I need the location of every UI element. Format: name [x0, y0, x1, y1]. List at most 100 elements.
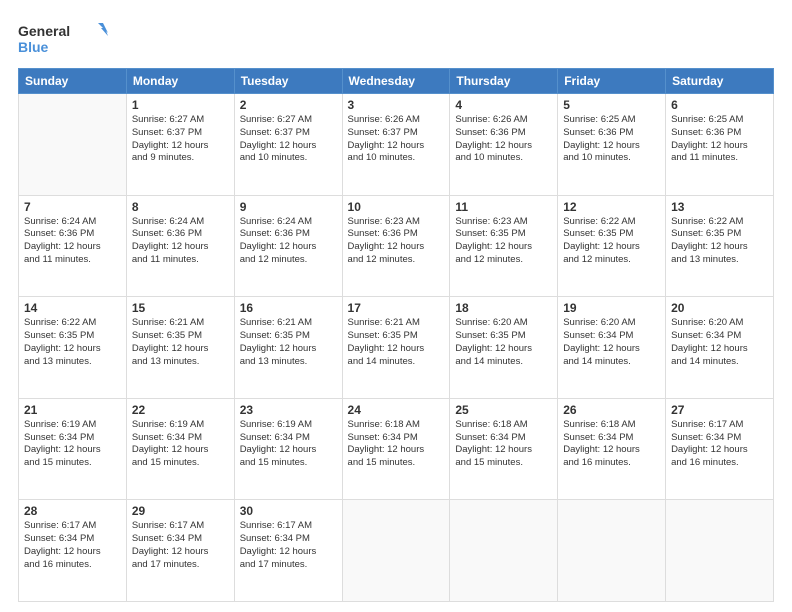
day-info: Sunrise: 6:25 AM Sunset: 6:36 PM Dayligh… — [563, 114, 660, 165]
day-number: 18 — [455, 301, 552, 315]
day-number: 17 — [348, 301, 445, 315]
day-info: Sunrise: 6:17 AM Sunset: 6:34 PM Dayligh… — [671, 419, 768, 470]
page: General Blue SundayMondayTuesdayWednesda… — [0, 0, 792, 612]
calendar-day-cell — [450, 500, 558, 602]
day-info: Sunrise: 6:21 AM Sunset: 6:35 PM Dayligh… — [132, 317, 229, 368]
calendar-day-cell: 13Sunrise: 6:22 AM Sunset: 6:35 PM Dayli… — [666, 195, 774, 297]
calendar-day-cell — [558, 500, 666, 602]
calendar-day-cell: 22 Sunrise: 6:19 AM Sunset: 6:34 PM Dayli… — [126, 398, 234, 500]
day-number: 29 — [132, 504, 229, 518]
logo-icon: General Blue — [18, 18, 108, 58]
calendar-header-row: SundayMondayTuesdayWednesdayThursdayFrid… — [19, 69, 774, 94]
calendar-week-row: 28 Sunrise: 6:17 AM Sunset: 6:34 PM Dayli… — [19, 500, 774, 602]
calendar-week-row: 7 Sunrise: 6:24 AM Sunset: 6:36 PM Daylig… — [19, 195, 774, 297]
day-number: 5 — [563, 98, 660, 112]
day-info: Sunrise: 6:24 AM Sunset: 6:36 PM Dayligh… — [24, 216, 121, 267]
calendar-day-cell: 11 Sunrise: 6:23 AM Sunset: 6:35 PM Dayli… — [450, 195, 558, 297]
day-number: 26 — [563, 403, 660, 417]
calendar-day-header: Tuesday — [234, 69, 342, 94]
day-info: Sunrise: 6:26 AM Sunset: 6:36 PM Dayligh… — [455, 114, 552, 165]
day-info: Sunrise: 6:23 AM Sunset: 6:35 PM Dayligh… — [455, 216, 552, 267]
calendar-day-cell — [666, 500, 774, 602]
day-number: 10 — [348, 200, 445, 214]
day-number: 28 — [24, 504, 121, 518]
day-info: Sunrise: 6:22 AM Sunset: 6:35 PM Dayligh… — [563, 216, 660, 267]
calendar-day-cell: 20Sunrise: 6:20 AM Sunset: 6:34 PM Dayli… — [666, 297, 774, 399]
day-info: Sunrise: 6:26 AM Sunset: 6:37 PM Dayligh… — [348, 114, 445, 165]
svg-text:Blue: Blue — [18, 39, 49, 55]
day-info: Sunrise: 6:18 AM Sunset: 6:34 PM Dayligh… — [348, 419, 445, 470]
day-number: 2 — [240, 98, 337, 112]
calendar-day-cell: 10 Sunrise: 6:23 AM Sunset: 6:36 PM Dayli… — [342, 195, 450, 297]
calendar-day-cell — [342, 500, 450, 602]
day-info: Sunrise: 6:17 AM Sunset: 6:34 PM Dayligh… — [132, 520, 229, 571]
day-info: Sunrise: 6:27 AM Sunset: 6:37 PM Dayligh… — [240, 114, 337, 165]
calendar-day-cell: 1 Sunrise: 6:27 AM Sunset: 6:37 PM Daylig… — [126, 94, 234, 196]
day-info: Sunrise: 6:19 AM Sunset: 6:34 PM Dayligh… — [132, 419, 229, 470]
day-info: Sunrise: 6:19 AM Sunset: 6:34 PM Dayligh… — [240, 419, 337, 470]
calendar-table: SundayMondayTuesdayWednesdayThursdayFrid… — [18, 68, 774, 602]
day-info: Sunrise: 6:17 AM Sunset: 6:34 PM Dayligh… — [240, 520, 337, 571]
day-number: 15 — [132, 301, 229, 315]
day-number: 1 — [132, 98, 229, 112]
day-number: 6 — [671, 98, 768, 112]
day-info: Sunrise: 6:22 AM Sunset: 6:35 PM Dayligh… — [671, 216, 768, 267]
calendar-day-cell: 26Sunrise: 6:18 AM Sunset: 6:34 PM Dayli… — [558, 398, 666, 500]
calendar-day-cell — [19, 94, 127, 196]
day-number: 14 — [24, 301, 121, 315]
calendar-day-cell: 2 Sunrise: 6:27 AM Sunset: 6:37 PM Daylig… — [234, 94, 342, 196]
calendar-day-header: Friday — [558, 69, 666, 94]
logo: General Blue — [18, 18, 108, 58]
day-info: Sunrise: 6:20 AM Sunset: 6:34 PM Dayligh… — [671, 317, 768, 368]
day-number: 22 — [132, 403, 229, 417]
calendar-day-cell: 23Sunrise: 6:19 AM Sunset: 6:34 PM Dayli… — [234, 398, 342, 500]
day-number: 4 — [455, 98, 552, 112]
calendar-day-cell: 29 Sunrise: 6:17 AM Sunset: 6:34 PM Dayli… — [126, 500, 234, 602]
day-info: Sunrise: 6:17 AM Sunset: 6:34 PM Dayligh… — [24, 520, 121, 571]
header: General Blue — [18, 18, 774, 58]
calendar-day-header: Monday — [126, 69, 234, 94]
day-number: 8 — [132, 200, 229, 214]
day-number: 16 — [240, 301, 337, 315]
calendar-day-header: Saturday — [666, 69, 774, 94]
calendar-day-header: Sunday — [19, 69, 127, 94]
day-info: Sunrise: 6:27 AM Sunset: 6:37 PM Dayligh… — [132, 114, 229, 165]
day-info: Sunrise: 6:24 AM Sunset: 6:36 PM Dayligh… — [240, 216, 337, 267]
calendar-week-row: 1 Sunrise: 6:27 AM Sunset: 6:37 PM Daylig… — [19, 94, 774, 196]
calendar-day-cell: 14 Sunrise: 6:22 AM Sunset: 6:35 PM Dayli… — [19, 297, 127, 399]
day-number: 27 — [671, 403, 768, 417]
calendar-day-cell: 5 Sunrise: 6:25 AM Sunset: 6:36 PM Daylig… — [558, 94, 666, 196]
calendar-day-cell: 8 Sunrise: 6:24 AM Sunset: 6:36 PM Daylig… — [126, 195, 234, 297]
day-info: Sunrise: 6:25 AM Sunset: 6:36 PM Dayligh… — [671, 114, 768, 165]
calendar-day-cell: 15 Sunrise: 6:21 AM Sunset: 6:35 PM Dayli… — [126, 297, 234, 399]
day-info: Sunrise: 6:18 AM Sunset: 6:34 PM Dayligh… — [455, 419, 552, 470]
day-number: 19 — [563, 301, 660, 315]
calendar-day-cell: 6 Sunrise: 6:25 AM Sunset: 6:36 PM Daylig… — [666, 94, 774, 196]
calendar-day-cell: 9 Sunrise: 6:24 AM Sunset: 6:36 PM Daylig… — [234, 195, 342, 297]
day-info: Sunrise: 6:24 AM Sunset: 6:36 PM Dayligh… — [132, 216, 229, 267]
calendar-day-cell: 19Sunrise: 6:20 AM Sunset: 6:34 PM Dayli… — [558, 297, 666, 399]
calendar-day-cell: 28 Sunrise: 6:17 AM Sunset: 6:34 PM Dayli… — [19, 500, 127, 602]
calendar-day-header: Wednesday — [342, 69, 450, 94]
day-info: Sunrise: 6:21 AM Sunset: 6:35 PM Dayligh… — [348, 317, 445, 368]
calendar-day-cell: 18Sunrise: 6:20 AM Sunset: 6:35 PM Dayli… — [450, 297, 558, 399]
day-number: 3 — [348, 98, 445, 112]
calendar-day-cell: 25 Sunrise: 6:18 AM Sunset: 6:34 PM Dayli… — [450, 398, 558, 500]
day-info: Sunrise: 6:23 AM Sunset: 6:36 PM Dayligh… — [348, 216, 445, 267]
calendar-week-row: 14 Sunrise: 6:22 AM Sunset: 6:35 PM Dayli… — [19, 297, 774, 399]
day-info: Sunrise: 6:22 AM Sunset: 6:35 PM Dayligh… — [24, 317, 121, 368]
day-number: 12 — [563, 200, 660, 214]
day-number: 25 — [455, 403, 552, 417]
day-number: 7 — [24, 200, 121, 214]
day-number: 9 — [240, 200, 337, 214]
day-number: 11 — [455, 200, 552, 214]
day-info: Sunrise: 6:19 AM Sunset: 6:34 PM Dayligh… — [24, 419, 121, 470]
day-number: 24 — [348, 403, 445, 417]
day-info: Sunrise: 6:21 AM Sunset: 6:35 PM Dayligh… — [240, 317, 337, 368]
calendar-day-cell: 12 Sunrise: 6:22 AM Sunset: 6:35 PM Dayli… — [558, 195, 666, 297]
calendar-day-cell: 21Sunrise: 6:19 AM Sunset: 6:34 PM Dayli… — [19, 398, 127, 500]
calendar-day-cell: 3 Sunrise: 6:26 AM Sunset: 6:37 PM Daylig… — [342, 94, 450, 196]
calendar-day-header: Thursday — [450, 69, 558, 94]
calendar-week-row: 21Sunrise: 6:19 AM Sunset: 6:34 PM Dayli… — [19, 398, 774, 500]
calendar-day-cell: 24 Sunrise: 6:18 AM Sunset: 6:34 PM Dayli… — [342, 398, 450, 500]
